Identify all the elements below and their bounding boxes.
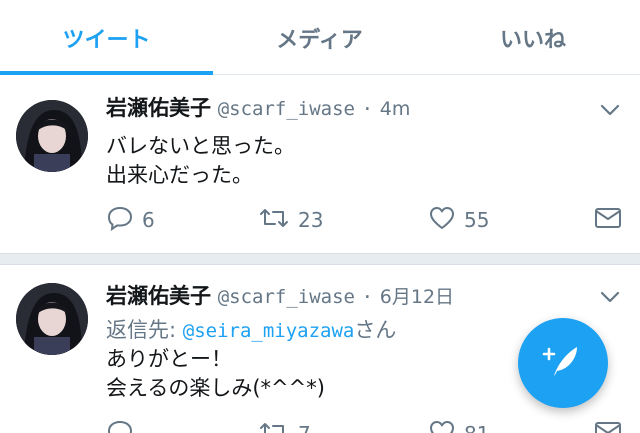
retweet-button[interactable]: 7	[258, 419, 311, 433]
reply-button[interactable]: 6	[106, 205, 155, 235]
user-handle[interactable]: @scarf_iwase	[218, 286, 355, 308]
tweet-line: 会えるの楽しみ(*^^*)	[106, 376, 325, 400]
active-tab-indicator	[0, 71, 213, 75]
retweet-count: 23	[298, 208, 324, 232]
separator-dot: ·	[361, 98, 374, 120]
tweet-line: ありがとー！	[106, 347, 232, 371]
tweet-actions: 7 81	[106, 419, 626, 433]
tweet-actions: 6 23 55	[106, 205, 626, 235]
retweet-icon	[258, 419, 298, 433]
tweet-line: 出来心だった。	[106, 163, 253, 187]
compose-tweet-button[interactable]	[518, 318, 608, 408]
like-button[interactable]: 55	[428, 205, 489, 235]
reply-suffix: さん	[354, 318, 397, 342]
envelope-icon	[594, 420, 630, 433]
avatar[interactable]	[16, 100, 88, 172]
reply-icon	[106, 419, 142, 433]
timestamp[interactable]: 6月12日	[380, 286, 454, 308]
display-name[interactable]: 岩瀬佑美子	[106, 96, 211, 120]
tab-media[interactable]: メディア	[213, 0, 426, 75]
retweet-count: 7	[298, 422, 311, 433]
tweet-line: バレないと思った。	[106, 134, 295, 158]
tweet[interactable]: 岩瀬佑美子 @scarf_iwase · 4m バレないと思った。 出来心だった…	[0, 76, 640, 253]
chevron-down-icon[interactable]	[598, 285, 622, 309]
tweet-header: 岩瀬佑美子 @scarf_iwase · 6月12日	[106, 282, 454, 311]
heart-icon	[428, 205, 464, 236]
retweet-icon	[258, 205, 298, 236]
compose-feather-icon	[541, 339, 585, 387]
profile-tabs: ツイート メディア いいね	[0, 0, 640, 75]
heart-icon	[428, 419, 464, 433]
tab-likes[interactable]: いいね	[426, 0, 640, 75]
like-button[interactable]: 81	[428, 419, 489, 433]
tweet-header: 岩瀬佑美子 @scarf_iwase · 4m	[106, 94, 410, 123]
direct-message-button[interactable]	[594, 205, 630, 235]
tweet-divider	[0, 253, 640, 265]
reply-count: 6	[142, 208, 155, 232]
reply-button[interactable]	[106, 419, 142, 433]
reply-icon	[106, 205, 142, 236]
display-name[interactable]: 岩瀬佑美子	[106, 284, 211, 308]
separator-dot: ·	[361, 286, 374, 308]
avatar[interactable]	[16, 283, 88, 355]
retweet-button[interactable]: 23	[258, 205, 323, 235]
tab-tweets[interactable]: ツイート	[0, 0, 213, 75]
timestamp[interactable]: 4m	[380, 98, 411, 120]
reply-prefix: 返信先:	[106, 318, 183, 342]
reply-context: 返信先: @seira_miyazawaさん	[106, 316, 396, 346]
like-count: 55	[464, 208, 490, 232]
tweet-text: バレないと思った。 出来心だった。	[106, 132, 295, 190]
direct-message-button[interactable]	[594, 419, 630, 433]
mention-link[interactable]: @seira_miyazawa	[183, 320, 355, 342]
like-count: 81	[464, 422, 489, 433]
tweet-text: ありがとー！ 会えるの楽しみ(*^^*)	[106, 345, 325, 403]
chevron-down-icon[interactable]	[598, 98, 622, 122]
user-handle[interactable]: @scarf_iwase	[218, 98, 355, 120]
envelope-icon	[594, 206, 630, 235]
